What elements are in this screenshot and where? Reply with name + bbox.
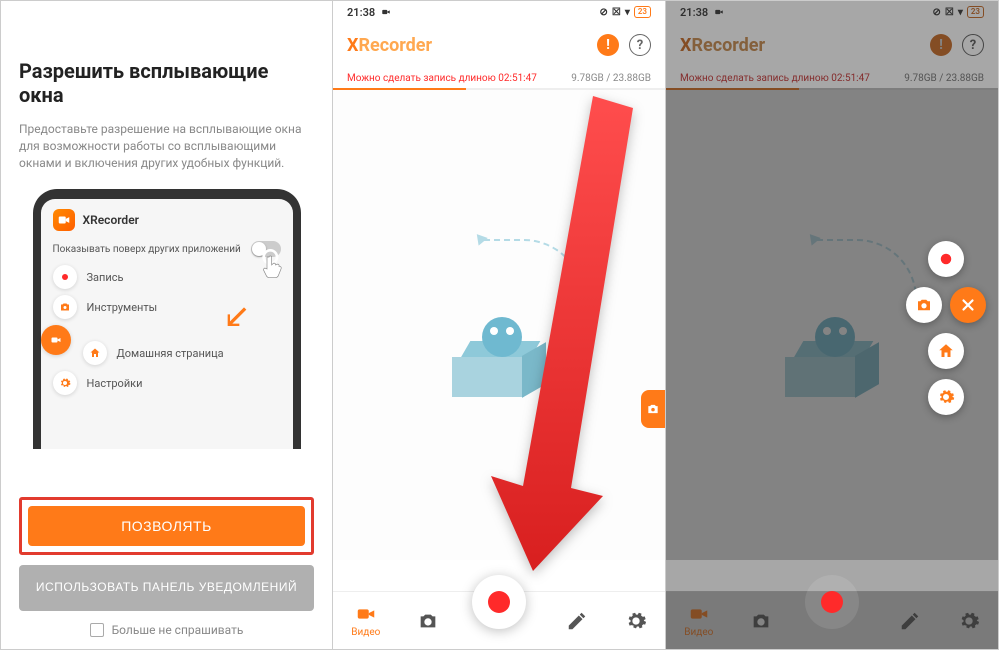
float-label: Домашняя страница <box>117 347 224 360</box>
float-menu-preview: Запись Инструменты Домашняя страница Нас… <box>53 265 281 395</box>
camera-icon <box>53 295 77 319</box>
record-dot-icon <box>821 591 843 613</box>
phone-mockup: XRecorder Показывать поверх других прило… <box>33 189 301 449</box>
float-menu-expanded <box>906 241 986 415</box>
overlay-label: Показывать поверх других приложений <box>53 244 241 255</box>
vibrate-icon: ☒ <box>612 7 621 18</box>
nav-photo[interactable] <box>417 610 439 632</box>
dont-ask-row[interactable]: Больше не спрашивать <box>19 623 314 637</box>
battery-indicator: 23 <box>634 6 651 18</box>
mock-app-row: XRecorder <box>53 209 281 231</box>
float-screenshot-button[interactable] <box>906 287 942 323</box>
float-label: Настройки <box>87 377 143 390</box>
app-main-screen: 21:38 ⊘ ☒ ▾ 23 XRecorder ! ? Можно сдела… <box>333 0 666 650</box>
float-label: Инструменты <box>87 301 158 314</box>
float-label: Запись <box>87 271 124 284</box>
record-dot-icon <box>488 591 510 613</box>
videocam-status-icon <box>379 7 393 17</box>
record-icon <box>53 265 77 289</box>
permission-dialog-screen: Разрешить всплывающие окна Предоставьте … <box>0 0 333 650</box>
allow-button-highlight: ПОЗВОЛЯТЬ <box>19 497 314 555</box>
gear-icon <box>53 371 77 395</box>
storage-info: Можно сделать запись длиною 02:51:47 9.7… <box>333 67 665 88</box>
status-icons: ⊘ ☒ ▾ 23 <box>599 6 651 18</box>
float-home-button[interactable] <box>928 333 964 369</box>
app-header: XRecorder ! ? <box>333 23 665 67</box>
videocam-icon <box>41 325 71 355</box>
dont-ask-label: Больше не спрашивать <box>112 623 244 637</box>
float-record-button[interactable] <box>928 241 964 277</box>
float-menu-expanded-screen: 21:38 ⊘ ☒ ▾ 23 XRecorder ! ? Можно сдела… <box>666 0 999 650</box>
use-notification-panel-button[interactable]: ИСПОЛЬЗОВАТЬ ПАНЕЛЬ УВЕДОМЛЕНИЙ <box>19 565 314 611</box>
xrecorder-app-icon <box>53 209 75 231</box>
dnd-icon: ⊘ <box>599 7 607 18</box>
nav-video[interactable]: Видео <box>351 603 380 638</box>
status-time: 21:38 <box>347 6 375 19</box>
nav-settings[interactable] <box>625 610 647 632</box>
float-settings-button[interactable] <box>928 379 964 415</box>
permission-title: Разрешить всплывающие окна <box>19 59 314 107</box>
wifi-icon: ▾ <box>625 7 630 18</box>
app-brand: XRecorder <box>347 35 432 56</box>
allow-button[interactable]: ПОЗВОЛЯТЬ <box>28 506 305 546</box>
dont-ask-checkbox[interactable] <box>90 623 104 637</box>
status-bar: 21:38 ⊘ ☒ ▾ 23 <box>333 1 665 23</box>
record-button[interactable] <box>805 575 859 629</box>
mock-app-name: XRecorder <box>83 213 139 227</box>
overlay-permission-row: Показывать поверх других приложений <box>53 241 281 257</box>
arrow-hint-icon <box>223 305 251 333</box>
float-close-button[interactable] <box>950 287 986 323</box>
home-icon <box>83 341 107 365</box>
permission-description: Предоставьте разрешение на всплывающие о… <box>19 121 314 171</box>
record-duration-note: Можно сделать запись длиною 02:51:47 <box>347 73 537 84</box>
nav-edit[interactable] <box>566 610 588 632</box>
nav-video-label: Видео <box>351 627 380 638</box>
help-icon[interactable]: ? <box>629 34 651 56</box>
record-button[interactable] <box>472 575 526 629</box>
warning-icon[interactable]: ! <box>597 34 619 56</box>
storage-text: 9.78GB / 23.88GB <box>571 73 651 84</box>
tutorial-arrow-icon <box>483 96 663 576</box>
